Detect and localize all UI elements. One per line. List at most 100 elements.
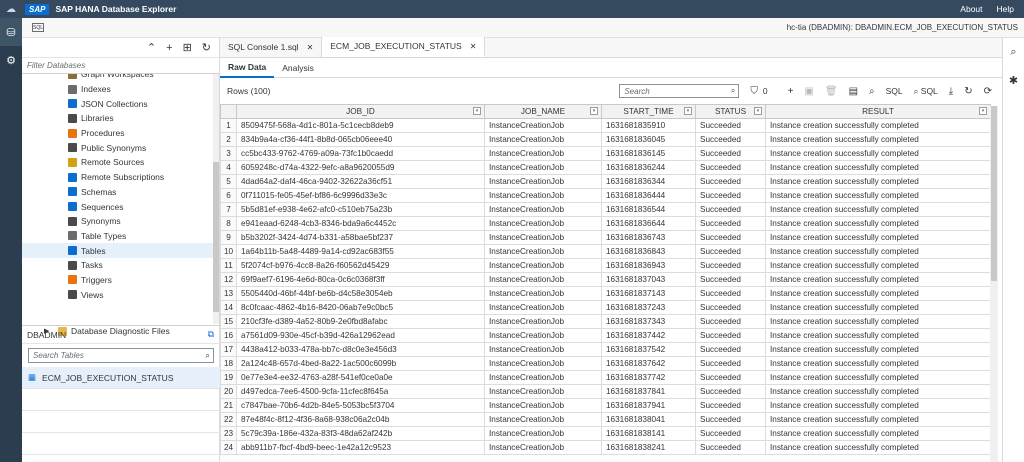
row-number[interactable]: 2 xyxy=(220,132,237,147)
table-row[interactable]: 19 0e77e3e4-ee32-4763-a28f-541ef0ce0a0e In… xyxy=(220,370,991,385)
row-number[interactable]: 9 xyxy=(220,230,237,245)
add-icon[interactable]: + xyxy=(166,42,172,54)
close-icon[interactable]: ✕ xyxy=(470,42,477,51)
tree-item-procedures[interactable]: Procedures xyxy=(22,126,219,141)
table-cell[interactable]: Succeeded xyxy=(695,244,766,259)
row-number[interactable]: 1 xyxy=(220,118,237,133)
search-tables-input[interactable]: Search Tables ⌕ xyxy=(28,348,214,363)
refresh-icon[interactable]: ↻ xyxy=(964,86,972,97)
row-number[interactable]: 10 xyxy=(220,244,237,259)
table-cell[interactable]: Instance creation successfully completed xyxy=(765,244,991,259)
table-cell[interactable]: InstanceCreationJob xyxy=(484,328,602,343)
table-cell[interactable]: Succeeded xyxy=(695,440,766,455)
table-cell[interactable]: 210cf3fe-d389-4a52-80b9-2e0fbd8afabc xyxy=(236,314,485,329)
table-cell[interactable]: 1631681836743 xyxy=(601,230,696,245)
open-sql-button[interactable]: ⌕ SQL xyxy=(914,86,938,97)
table-cell[interactable]: 4438a412-b033-478a-bb7c-d8c0e3e456d3 xyxy=(236,342,485,357)
table-row[interactable]: 17 4438a412-b033-478a-bb7c-d8c0e3e456d3 In… xyxy=(220,342,991,357)
table-row[interactable]: 24 abb911b7-fbcf-4bd9-beec-1e42a12c9523 In… xyxy=(220,440,991,455)
row-number[interactable]: 18 xyxy=(220,356,237,371)
tree-item-json-collections[interactable]: JSON Collections xyxy=(22,96,219,111)
table-cell[interactable]: Instance creation successfully completed xyxy=(765,202,991,217)
tree-item-public-synonyms[interactable]: Public Synonyms xyxy=(22,140,219,155)
table-row[interactable]: 18 2a124c48-657d-4bed-8a22-1ac500c6099b In… xyxy=(220,356,991,371)
table-cell[interactable]: 1631681836045 xyxy=(601,132,696,147)
table-cell[interactable]: Succeeded xyxy=(695,398,766,413)
row-number[interactable]: 11 xyxy=(220,258,237,273)
row-number[interactable]: 12 xyxy=(220,272,237,287)
table-cell[interactable]: Instance creation successfully completed xyxy=(765,370,991,385)
row-number[interactable]: 6 xyxy=(220,188,237,203)
row-number[interactable]: 21 xyxy=(220,398,237,413)
tree-scrollbar[interactable] xyxy=(213,74,219,324)
table-row[interactable]: 8 e941eaad-6248-4cb3-8346-bda9a6c4452c Ins… xyxy=(220,216,991,231)
table-cell[interactable]: Succeeded xyxy=(695,412,766,427)
table-cell[interactable]: Succeeded xyxy=(695,132,766,147)
table-list-item[interactable]: ▦ ECM_JOB_EXECUTION_STATUS xyxy=(22,367,220,389)
table-cell[interactable]: 1631681836344 xyxy=(601,174,696,189)
tab-sql-console[interactable]: SQL Console 1.sql ✕ xyxy=(220,37,323,57)
add-row-icon[interactable]: + xyxy=(788,86,794,97)
popout-icon[interactable]: ⧉ xyxy=(208,329,220,340)
column-filter-icon[interactable]: ▾ xyxy=(979,107,987,115)
table-cell[interactable]: Instance creation successfully completed xyxy=(765,216,991,231)
table-cell[interactable]: 87e48f4c-8f12-4f36-8a68-938c06a2c04b xyxy=(236,412,485,427)
row-number[interactable]: 16 xyxy=(220,328,237,343)
table-cell[interactable]: Succeeded xyxy=(695,426,766,441)
column-header-job-id[interactable]: JOB_ID ▾ xyxy=(236,104,485,119)
row-number[interactable]: 5 xyxy=(220,174,237,189)
column-filter-icon[interactable]: ▾ xyxy=(590,107,598,115)
table-row[interactable]: 11 5f2074cf-b976-4cc8-8a26-f60562d45429 In… xyxy=(220,258,991,273)
table-cell[interactable]: Succeeded xyxy=(695,286,766,301)
tree-item-views[interactable]: Views xyxy=(22,287,219,302)
table-cell[interactable]: 1631681836244 xyxy=(601,160,696,175)
table-row[interactable]: 2 834b9a4a-cf36-44f1-8b8d-065cb06eee40 Ins… xyxy=(220,132,991,147)
table-cell[interactable]: a7561d09-930e-45cf-b39d-426a12962ead xyxy=(236,328,485,343)
table-cell[interactable]: 1631681837742 xyxy=(601,370,696,385)
table-cell[interactable]: InstanceCreationJob xyxy=(484,286,602,301)
table-cell[interactable]: InstanceCreationJob xyxy=(484,342,602,357)
table-cell[interactable]: Succeeded xyxy=(695,314,766,329)
table-cell[interactable]: Instance creation successfully completed xyxy=(765,146,991,161)
table-row[interactable]: 22 87e48f4c-8f12-4f36-8a68-938c06a2c04b In… xyxy=(220,412,991,427)
table-cell[interactable]: 1631681838241 xyxy=(601,440,696,455)
tab-analysis[interactable]: Analysis xyxy=(274,58,322,78)
download-icon[interactable]: ⤓ xyxy=(949,86,953,97)
table-row[interactable]: 20 d497edca-7ee6-4500-9cfa-11cfec8f645a In… xyxy=(220,384,991,399)
column-filter-icon[interactable]: ▾ xyxy=(684,107,692,115)
column-filter-icon[interactable]: ▾ xyxy=(473,107,481,115)
row-number[interactable]: 8 xyxy=(220,216,237,231)
table-cell[interactable]: 1631681836644 xyxy=(601,216,696,231)
tree-item-tasks[interactable]: Tasks xyxy=(22,258,219,273)
settings-icon[interactable]: ⚙ xyxy=(0,46,22,74)
table-cell[interactable]: Instance creation successfully completed xyxy=(765,188,991,203)
column-header-status[interactable]: STATUS ▾ xyxy=(695,104,766,119)
table-cell[interactable]: 1631681838041 xyxy=(601,412,696,427)
help-link[interactable]: Help xyxy=(997,4,1014,14)
table-row[interactable]: 3 cc5bc433-9762-4769-a09a-73fc1b0caedd Ins… xyxy=(220,146,991,161)
grid-scrollbar[interactable] xyxy=(990,106,998,462)
table-cell[interactable]: 6059248c-d74a-4322-9efc-a8a9620055d9 xyxy=(236,160,485,175)
table-cell[interactable]: 5f2074cf-b976-4cc8-8a26-f60562d45429 xyxy=(236,258,485,273)
table-cell[interactable]: 5505440d-46bf-44bf-be6b-d4c58e3054eb xyxy=(236,286,485,301)
table-cell[interactable]: cc5bc433-9762-4769-a09a-73fc1b0caedd xyxy=(236,146,485,161)
table-cell[interactable]: 0e77e3e4-ee32-4763-a28f-541ef0ce0a0e xyxy=(236,370,485,385)
table-cell[interactable]: c7847bae-70b6-4d2b-84e5-5053bc5f3704 xyxy=(236,398,485,413)
row-number[interactable]: 14 xyxy=(220,300,237,315)
table-cell[interactable]: 1631681837941 xyxy=(601,398,696,413)
search-icon[interactable]: ⌕ xyxy=(1003,38,1024,66)
table-cell[interactable]: 0f711015-fe05-45ef-bf86-6c9996d33e3c xyxy=(236,188,485,203)
row-number[interactable]: 7 xyxy=(220,202,237,217)
add-group-icon[interactable]: ⊞ xyxy=(183,41,192,54)
tree-item-synonyms[interactable]: Synonyms xyxy=(22,214,219,229)
row-number[interactable]: 15 xyxy=(220,314,237,329)
tab-table-data[interactable]: ECM_JOB_EXECUTION_STATUS ✕ xyxy=(322,37,486,57)
table-cell[interactable]: InstanceCreationJob xyxy=(484,146,602,161)
table-cell[interactable]: Succeeded xyxy=(695,272,766,287)
table-cell[interactable]: InstanceCreationJob xyxy=(484,202,602,217)
column-header-start-time[interactable]: START_TIME ▾ xyxy=(601,104,696,119)
table-cell[interactable]: InstanceCreationJob xyxy=(484,230,602,245)
table-cell[interactable]: Instance creation successfully completed xyxy=(765,258,991,273)
table-cell[interactable]: 1631681836843 xyxy=(601,244,696,259)
table-cell[interactable]: Succeeded xyxy=(695,356,766,371)
